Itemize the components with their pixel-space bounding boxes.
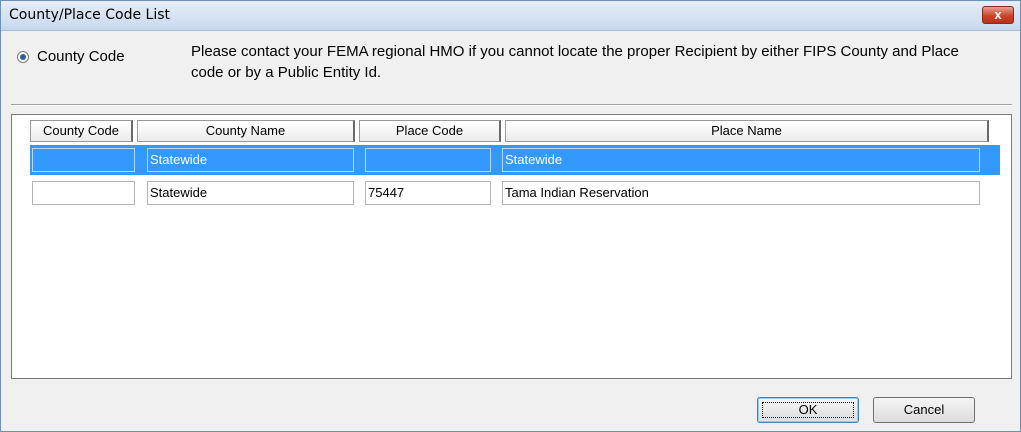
- divider: [11, 104, 1012, 106]
- table-row[interactable]: Statewide 75447 Tama Indian Reservation: [30, 178, 1000, 208]
- column-header-county-code[interactable]: County Code: [30, 120, 133, 142]
- help-message: Please contact your FEMA regional HMO if…: [191, 43, 959, 81]
- county-code-radio-label: County Code: [37, 48, 125, 65]
- column-header-place-name[interactable]: Place Name: [505, 120, 989, 142]
- window-title: County/Place Code List: [9, 7, 171, 23]
- table-row[interactable]: Statewide Statewide: [30, 145, 1000, 175]
- cell-county-code: [32, 148, 135, 172]
- cell-county-name: Statewide: [147, 181, 354, 205]
- radio-selected-icon[interactable]: [17, 51, 29, 63]
- cell-place-name: Statewide: [502, 148, 980, 172]
- cell-place-code: [365, 148, 491, 172]
- focus-ring: [762, 402, 854, 418]
- cell-county-name: Statewide: [147, 148, 354, 172]
- code-list-table: County Code County Name Place Code Place…: [11, 114, 1012, 379]
- cell-county-code: [32, 181, 135, 205]
- cancel-button-label: Cancel: [903, 402, 945, 417]
- title-bar[interactable]: County/Place Code List x: [1, 1, 1020, 31]
- ok-button[interactable]: OK: [757, 397, 859, 423]
- cancel-button[interactable]: Cancel: [873, 397, 975, 423]
- column-header-place-code[interactable]: Place Code: [359, 120, 501, 142]
- close-button[interactable]: x: [982, 6, 1014, 24]
- cell-place-code: 75447: [365, 181, 491, 205]
- cell-place-name: Tama Indian Reservation: [502, 181, 980, 205]
- dialog-window: County/Place Code List x County Code Ple…: [0, 0, 1021, 432]
- close-icon: x: [994, 7, 1002, 22]
- column-header-county-name[interactable]: County Name: [137, 120, 355, 142]
